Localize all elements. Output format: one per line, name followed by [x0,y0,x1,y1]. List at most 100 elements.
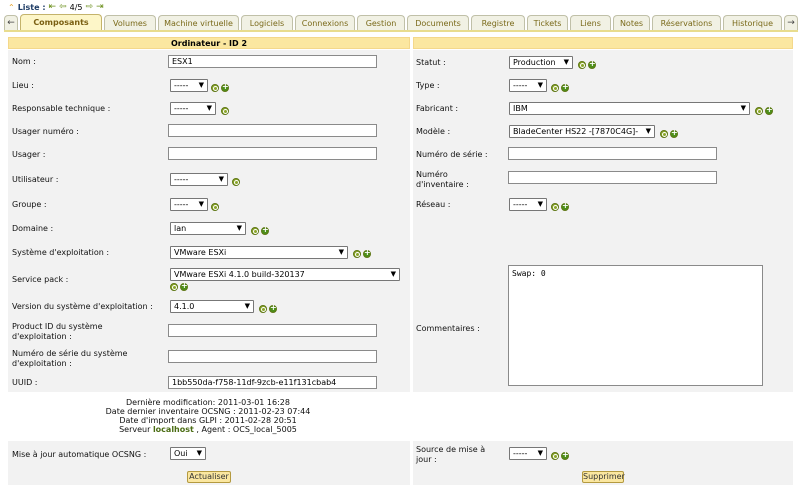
search-icon[interactable] [259,305,267,313]
source-select[interactable]: ----- ▼ [509,447,547,460]
nom-label: Nom : [12,57,36,66]
list-icon[interactable]: ⌃ [8,3,15,12]
tab-tickets[interactable]: Tickets [527,15,568,30]
server-name-link[interactable]: localhost [153,425,194,434]
first-icon[interactable]: ⇤ [49,2,57,12]
search-icon[interactable] [170,283,178,291]
usager-numero-input[interactable] [168,124,377,137]
utilisateur-label: Utilisateur : [12,175,59,184]
add-icon[interactable] [561,201,569,211]
nom-input[interactable]: ESX1 [168,55,377,68]
responsable-label: Responsable technique : [12,104,111,113]
serial-input[interactable] [508,147,717,160]
next-icon[interactable]: ⇨ [86,2,94,12]
tab-historique[interactable]: Historique [723,15,782,30]
statut-select[interactable]: Production ▼ [509,56,573,69]
lieu-select[interactable]: ----- ▼ [170,79,208,92]
usager-input[interactable] [168,147,377,160]
version-select[interactable]: 4.1.0 ▼ [170,300,254,313]
search-icon[interactable] [551,84,559,92]
delete-button[interactable]: Supprimer [582,471,625,483]
add-icon[interactable] [180,281,188,291]
search-icon[interactable] [221,107,229,115]
lieu-label: Lieu : [12,81,34,90]
tab-documents[interactable]: Documents [407,15,469,30]
type-select[interactable]: ----- ▼ [509,79,547,92]
add-icon[interactable] [561,450,569,460]
tab-underline [4,30,798,32]
modele-select[interactable]: BladeCenter HS22 -[7870C4G]- ▼ [509,125,655,138]
comments-textarea[interactable]: Swap: 0 [508,265,763,386]
search-icon[interactable] [211,84,219,92]
chevron-down-icon: ▼ [198,200,204,208]
search-icon[interactable] [578,61,586,69]
tab-gestion[interactable]: Gestion [357,15,405,30]
add-icon[interactable] [269,303,277,313]
tab-notes[interactable]: Notes [613,15,650,30]
version-select-value: 4.1.0 [174,302,195,311]
search-icon[interactable] [551,452,559,460]
search-icon[interactable] [232,178,240,186]
source-label-line2: jour : [416,455,437,464]
os-select[interactable]: VMware ESXi ▼ [170,246,348,259]
last-icon[interactable]: ⇥ [96,2,104,12]
page-indicator: 4/5 [69,2,83,12]
search-icon[interactable] [353,250,361,258]
domaine-select[interactable]: lan ▼ [170,222,246,235]
fabricant-select[interactable]: IBM ▼ [509,102,750,115]
tab-composants[interactable]: Composants [20,14,102,31]
type-label: Type : [416,81,440,90]
search-icon[interactable] [755,107,763,115]
search-icon[interactable] [660,130,668,138]
uuid-input[interactable]: 1bb550da-f758-11df-9zcb-e11f131cbab4 [168,376,377,389]
agent-text: , Agent : OCS_local_5005 [193,425,297,434]
tab-machine-virtuelle[interactable]: Machine virtuelle [158,15,239,30]
update-button[interactable]: Actualiser [187,471,231,483]
tab-connexions[interactable]: Connexions [295,15,355,30]
product-id-input[interactable] [168,324,377,337]
tab-logiciels[interactable]: Logiciels [241,15,293,30]
chevron-down-icon: ▼ [218,175,224,183]
responsable-select[interactable]: ----- ▼ [170,102,216,115]
tab-scroll-left-icon[interactable]: ← [4,15,18,30]
os-serial-input[interactable] [168,350,377,363]
last-modified-text: Dernière modification: 2011-03-01 16:28 [125,398,290,407]
tab-scroll-right-icon[interactable]: → [784,15,798,30]
modele-label: Modèle : [416,127,451,136]
fabricant-select-value: IBM [513,104,528,113]
groupe-label: Groupe : [12,200,47,209]
groupe-select[interactable]: ----- ▼ [170,198,208,211]
chevron-down-icon: ▼ [537,81,543,89]
autoupdate-select[interactable]: Oui ▼ [170,447,206,460]
list-link[interactable]: Liste : [18,3,46,12]
utilisateur-select[interactable]: ----- ▼ [170,173,228,186]
inventory-input[interactable] [508,171,717,184]
service-pack-select[interactable]: VMware ESXi 4.1.0 build-320137 ▼ [170,268,400,281]
server-agent-text: Serveur localhost , Agent : OCS_local_50… [8,425,408,434]
modele-select-value: BladeCenter HS22 -[7870C4G]- [513,127,639,136]
add-icon[interactable] [261,225,269,235]
os-serial-label: Numéro de série du système d'exploitation… [12,349,127,369]
reseau-select[interactable]: ----- ▼ [509,198,547,211]
source-label: Source de mise à jour : [416,445,485,465]
uuid-label: UUID : [12,378,38,387]
os-serial-label-line1: Numéro de série du système [12,349,128,358]
tab-registre[interactable]: Registre [471,15,525,30]
chevron-down-icon: ▼ [198,81,204,89]
chevron-down-icon: ▼ [338,248,344,256]
tab-volumes[interactable]: Volumes [104,15,156,30]
add-icon[interactable] [670,128,678,138]
prev-icon[interactable]: ⇦ [59,2,67,12]
add-icon[interactable] [765,105,773,115]
version-label: Version du système d'exploitation : [12,302,153,311]
search-icon[interactable] [251,227,259,235]
add-icon[interactable] [588,59,596,69]
add-icon[interactable] [561,82,569,92]
add-icon[interactable] [363,248,371,258]
search-icon[interactable] [551,203,559,211]
product-id-label-line2: d'exploitation : [12,332,72,341]
search-icon[interactable] [211,203,219,211]
add-icon[interactable] [221,82,229,92]
tab-reservations[interactable]: Réservations [652,15,721,30]
tab-liens[interactable]: Liens [570,15,611,30]
